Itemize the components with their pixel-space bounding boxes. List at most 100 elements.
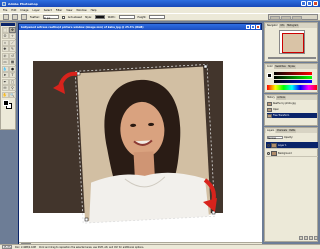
palette-well-tab[interactable] — [292, 16, 302, 20]
doc-maximize-button[interactable] — [251, 25, 255, 29]
history-step-icon — [267, 107, 272, 112]
menu-file[interactable]: File — [3, 9, 7, 12]
dodge-icon[interactable]: ● — [9, 65, 16, 72]
delete-layer-icon[interactable] — [314, 236, 318, 240]
minimize-button[interactable] — [301, 1, 306, 6]
slice-icon[interactable]: ⟋ — [9, 39, 16, 46]
palette-well-tab[interactable] — [270, 16, 280, 20]
menu-view[interactable]: View — [66, 9, 72, 12]
transformed-layer[interactable] — [77, 66, 211, 223]
tab-histogram[interactable]: Histogram — [285, 24, 300, 28]
brush-icon[interactable]: ✎ — [9, 46, 16, 52]
eyedropper-icon[interactable]: ⚲ — [9, 85, 16, 91]
add-selection-icon[interactable] — [21, 14, 27, 20]
palette-well-tab[interactable] — [281, 16, 291, 20]
pen-icon[interactable]: ✒ — [1, 78, 9, 85]
clone-stamp-icon[interactable]: ⎆ — [1, 52, 9, 59]
hand-icon[interactable]: ✋ — [1, 91, 9, 98]
antialias-checkbox[interactable] — [61, 15, 65, 19]
toolbox: ⬚ ✥ ʘ ✧ ⌗ ⟋ ✚ ✎ ⎆ ↺ ▭ ▦ 💧 ● ➤ T ✒ ▢ ✉ ⚲ ✋ 🔍 — [0, 22, 16, 130]
history-item-label: Open — [273, 108, 279, 111]
navigator-zoom-slider[interactable] — [268, 57, 316, 59]
history-brush-icon[interactable]: ↺ — [9, 52, 16, 59]
tab-navigator[interactable]: Navigator — [266, 24, 279, 28]
close-button[interactable] — [313, 1, 318, 6]
tab-info[interactable]: Info — [279, 24, 286, 28]
color-spectrum-bar[interactable] — [267, 85, 317, 90]
width-field[interactable] — [118, 15, 135, 19]
tab-swatches[interactable]: Swatches — [274, 65, 287, 69]
tool-preset-icon[interactable] — [3, 14, 9, 20]
blend-mode-select[interactable]: Normal — [267, 135, 283, 140]
status-zoom-field[interactable]: 25.4% — [2, 245, 12, 249]
doc-minimize-button[interactable] — [246, 25, 250, 29]
navigator-view-box[interactable] — [282, 33, 304, 53]
history-item[interactable]: Open — [267, 107, 317, 112]
visibility-eye-icon[interactable] — [267, 143, 270, 147]
crop-icon[interactable]: ⌗ — [1, 39, 9, 46]
menu-edit[interactable]: Edit — [11, 9, 16, 12]
photo-canvas[interactable] — [19, 30, 262, 244]
healing-brush-icon[interactable]: ✚ — [1, 46, 9, 52]
doc-close-button[interactable] — [256, 25, 260, 29]
blue-slider[interactable] — [274, 80, 312, 83]
menu-select[interactable]: Select — [44, 9, 52, 12]
notes-icon[interactable]: ✉ — [1, 85, 9, 91]
tab-actions[interactable]: Actions — [276, 96, 287, 100]
layers-tabs: Layers Channels Paths — [265, 128, 317, 133]
white-top — [89, 172, 209, 223]
app-title: Adobe Photoshop — [8, 1, 38, 6]
tab-channels[interactable]: Channels — [275, 129, 288, 133]
menu-image[interactable]: Image — [20, 9, 28, 12]
transform-handle[interactable] — [203, 64, 208, 69]
path-selection-icon[interactable]: ➤ — [1, 72, 9, 78]
antialias-label: Anti-aliased — [67, 15, 82, 19]
height-label: Height: — [137, 15, 147, 19]
transform-handle[interactable] — [76, 71, 81, 76]
feather-field[interactable]: 0 px — [42, 15, 59, 20]
menu-layer[interactable]: Layer — [33, 9, 40, 12]
gradient-icon[interactable]: ▦ — [9, 59, 16, 65]
magic-wand-icon[interactable]: ✧ — [9, 33, 16, 39]
link-layers-icon[interactable] — [299, 236, 303, 240]
blur-icon[interactable]: 💧 — [1, 65, 9, 72]
history-item[interactable]: Free Transform — [267, 113, 317, 118]
marquee-icon[interactable]: ⬚ — [1, 26, 9, 33]
history-item-label: Free Transform — [273, 114, 290, 117]
tab-styles[interactable]: Styles — [287, 65, 296, 69]
green-slider[interactable] — [274, 76, 312, 79]
visibility-eye-icon[interactable] — [267, 151, 270, 155]
tab-paths[interactable]: Paths — [288, 129, 297, 133]
new-selection-icon[interactable] — [12, 14, 18, 20]
new-layer-icon[interactable] — [309, 236, 313, 240]
style-select[interactable] — [94, 15, 105, 19]
color-chip[interactable] — [267, 73, 272, 78]
height-field[interactable] — [149, 15, 166, 19]
menu-window[interactable]: Window — [76, 9, 86, 12]
layer-row-background[interactable]: Background — [266, 150, 318, 157]
menu-help[interactable]: Help — [91, 9, 97, 12]
red-slider[interactable] — [274, 72, 312, 75]
type-icon[interactable]: T — [9, 72, 16, 78]
layer-style-icon[interactable] — [304, 236, 308, 240]
color-tabs: Color Swatches Styles — [265, 64, 317, 69]
history-snapshot[interactable]: Reethu lcy photo.jpg — [267, 101, 317, 106]
maximize-button[interactable] — [307, 1, 312, 6]
navigator-tabs: Navigator Info Histogram — [265, 23, 317, 28]
eraser-icon[interactable]: ▭ — [1, 59, 9, 65]
navigator-panel: Navigator Info Histogram — [264, 22, 318, 62]
zoom-icon[interactable]: 🔍 — [9, 91, 16, 98]
shape-icon[interactable]: ▢ — [9, 78, 16, 85]
tab-color[interactable]: Color — [266, 65, 274, 69]
menu-filter[interactable]: Filter — [56, 9, 62, 12]
layer-row-layer1[interactable]: Layer 1 — [266, 142, 318, 149]
foreground-color-swatch[interactable] — [3, 100, 9, 106]
transform-handle[interactable] — [84, 217, 89, 222]
lasso-icon[interactable]: ʘ — [1, 33, 9, 39]
navigator-thumbnail[interactable] — [279, 30, 305, 54]
tab-layers[interactable]: Layers — [266, 129, 276, 133]
canvas[interactable] — [19, 30, 262, 244]
tab-history[interactable]: History — [266, 96, 276, 100]
move-icon[interactable]: ✥ — [9, 26, 16, 33]
style-label: Style: — [84, 15, 92, 19]
